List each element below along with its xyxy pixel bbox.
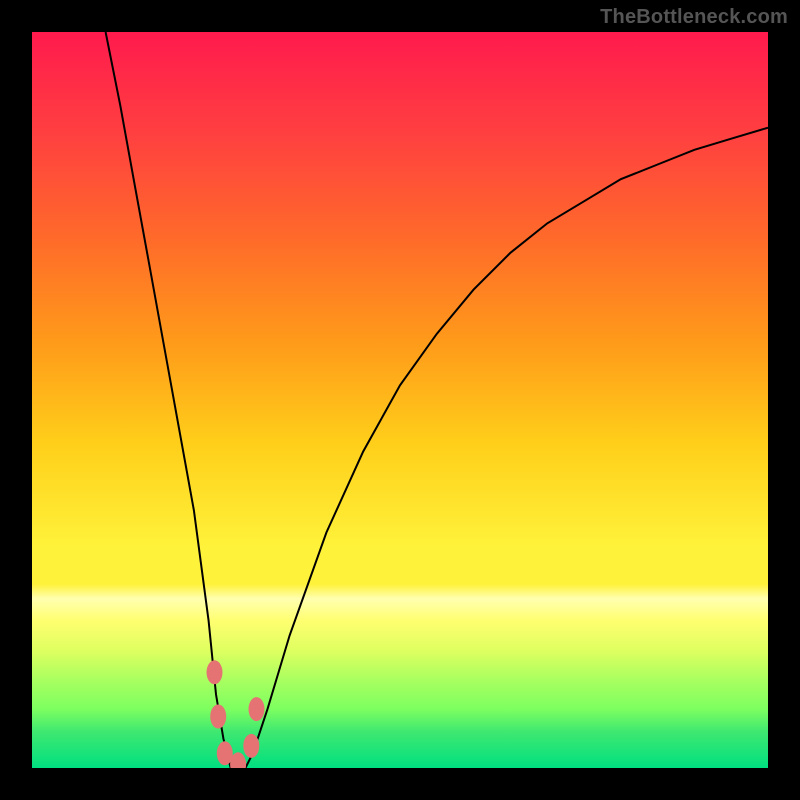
curve-marker	[243, 734, 259, 758]
watermark-text: TheBottleneck.com	[600, 6, 788, 29]
curve-markers	[207, 660, 265, 768]
curve-marker	[210, 705, 226, 729]
curve-marker	[249, 697, 265, 721]
curve-marker	[207, 660, 223, 684]
plot-area	[32, 32, 768, 768]
curve-svg	[32, 32, 768, 768]
bottleneck-curve	[106, 32, 768, 768]
chart-frame: TheBottleneck.com	[0, 0, 800, 800]
